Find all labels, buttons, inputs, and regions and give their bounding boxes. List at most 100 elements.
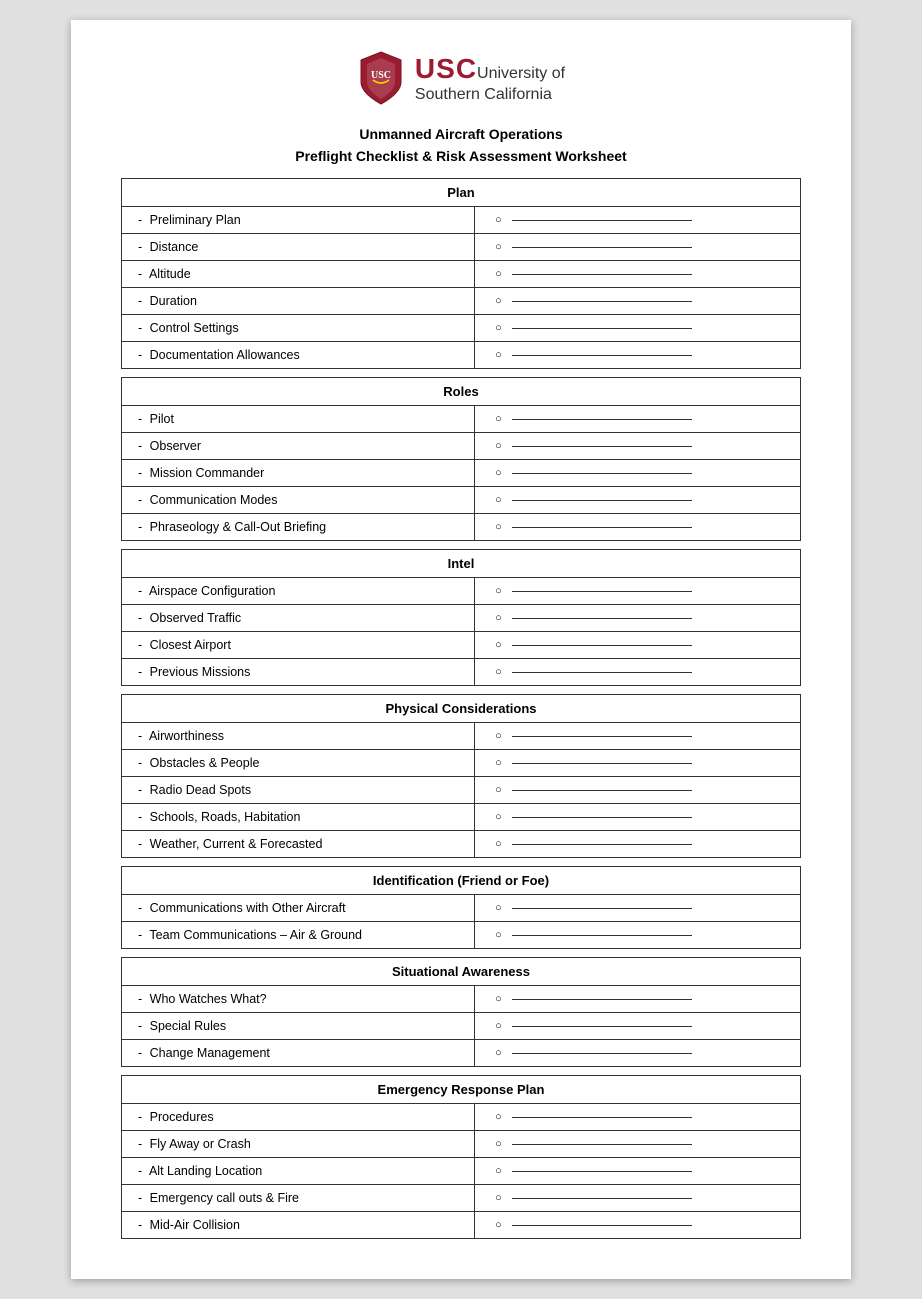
table-row: - Schools, Roads, Habitation ○ — [122, 804, 801, 831]
item-label: - Mission Commander — [122, 460, 475, 487]
section-emergency-header: Emergency Response Plan — [122, 1076, 801, 1104]
table-row: - Weather, Current & Forecasted ○ — [122, 831, 801, 858]
item-label: - Preliminary Plan — [122, 207, 475, 234]
item-check: ○ — [475, 723, 801, 750]
item-label: - Schools, Roads, Habitation — [122, 804, 475, 831]
spacer-row — [122, 949, 801, 958]
item-label: - Distance — [122, 234, 475, 261]
item-check: ○ — [475, 433, 801, 460]
table-row: - Altitude ○ — [122, 261, 801, 288]
section-situational-title: Situational Awareness — [122, 958, 801, 986]
table-row: - Duration ○ — [122, 288, 801, 315]
checklist-table: Plan - Preliminary Plan ○ - Distance ○ -… — [121, 178, 801, 1239]
item-label: - Change Management — [122, 1040, 475, 1067]
item-label: - Phraseology & Call-Out Briefing — [122, 514, 475, 541]
item-check: ○ — [475, 460, 801, 487]
item-check: ○ — [475, 234, 801, 261]
table-row: - Observed Traffic ○ — [122, 605, 801, 632]
item-label: - Communications with Other Aircraft — [122, 895, 475, 922]
svg-text:USC: USC — [371, 70, 391, 81]
item-label: - Communication Modes — [122, 487, 475, 514]
item-check: ○ — [475, 1104, 801, 1131]
section-identification-header: Identification (Friend or Foe) — [122, 867, 801, 895]
header: USC USCUniversity of Southern California — [121, 50, 801, 106]
item-check: ○ — [475, 750, 801, 777]
table-row: - Previous Missions ○ — [122, 659, 801, 686]
item-check: ○ — [475, 487, 801, 514]
item-check: ○ — [475, 1013, 801, 1040]
table-row: - Documentation Allowances ○ — [122, 342, 801, 369]
usc-shield-icon: USC — [357, 50, 405, 106]
table-row: - Mid-Air Collision ○ — [122, 1212, 801, 1239]
item-check: ○ — [475, 514, 801, 541]
table-row: - Airworthiness ○ — [122, 723, 801, 750]
table-row: - Team Communications – Air & Ground ○ — [122, 922, 801, 949]
item-label: - Mid-Air Collision — [122, 1212, 475, 1239]
item-label: - Documentation Allowances — [122, 342, 475, 369]
item-check: ○ — [475, 1212, 801, 1239]
table-row: - Distance ○ — [122, 234, 801, 261]
table-row: - Emergency call outs & Fire ○ — [122, 1185, 801, 1212]
item-label: - Previous Missions — [122, 659, 475, 686]
item-check: ○ — [475, 1158, 801, 1185]
item-label: - Closest Airport — [122, 632, 475, 659]
item-check: ○ — [475, 922, 801, 949]
table-row: - Who Watches What? ○ — [122, 986, 801, 1013]
item-check: ○ — [475, 1040, 801, 1067]
item-check: ○ — [475, 659, 801, 686]
document-subtitle: Preflight Checklist & Risk Assessment Wo… — [121, 148, 801, 164]
item-label: - Who Watches What? — [122, 986, 475, 1013]
table-row: - Closest Airport ○ — [122, 632, 801, 659]
table-row: - Radio Dead Spots ○ — [122, 777, 801, 804]
item-check: ○ — [475, 207, 801, 234]
section-physical-header: Physical Considerations — [122, 695, 801, 723]
section-plan-header: Plan — [122, 179, 801, 207]
item-check: ○ — [475, 1131, 801, 1158]
item-label: - Special Rules — [122, 1013, 475, 1040]
section-emergency-title: Emergency Response Plan — [122, 1076, 801, 1104]
item-label: - Altitude — [122, 261, 475, 288]
table-row: - Procedures ○ — [122, 1104, 801, 1131]
item-label: - Obstacles & People — [122, 750, 475, 777]
university-name-line1: University of — [477, 65, 565, 82]
table-row: - Mission Commander ○ — [122, 460, 801, 487]
section-physical-title: Physical Considerations — [122, 695, 801, 723]
section-situational-header: Situational Awareness — [122, 958, 801, 986]
item-check: ○ — [475, 986, 801, 1013]
page: USC USCUniversity of Southern California… — [71, 20, 851, 1279]
table-row: - Alt Landing Location ○ — [122, 1158, 801, 1185]
document-title: Unmanned Aircraft Operations — [121, 126, 801, 142]
table-row: - Airspace Configuration ○ — [122, 578, 801, 605]
item-check: ○ — [475, 342, 801, 369]
item-label: - Procedures — [122, 1104, 475, 1131]
spacer-row — [122, 858, 801, 867]
table-row: - Phraseology & Call-Out Briefing ○ — [122, 514, 801, 541]
section-identification-title: Identification (Friend or Foe) — [122, 867, 801, 895]
logo-text: USCUniversity of Southern California — [415, 52, 565, 105]
spacer-row — [122, 1067, 801, 1076]
item-check: ○ — [475, 315, 801, 342]
item-check: ○ — [475, 578, 801, 605]
item-check: ○ — [475, 895, 801, 922]
item-label: - Weather, Current & Forecasted — [122, 831, 475, 858]
item-label: - Radio Dead Spots — [122, 777, 475, 804]
table-row: - Control Settings ○ — [122, 315, 801, 342]
section-plan-title: Plan — [122, 179, 801, 207]
item-label: - Airworthiness — [122, 723, 475, 750]
table-row: - Fly Away or Crash ○ — [122, 1131, 801, 1158]
usc-acronym: USC — [415, 53, 477, 84]
item-check: ○ — [475, 1185, 801, 1212]
spacer-row — [122, 686, 801, 695]
item-label: - Observed Traffic — [122, 605, 475, 632]
item-label: - Emergency call outs & Fire — [122, 1185, 475, 1212]
item-label: - Team Communications – Air & Ground — [122, 922, 475, 949]
item-label: - Airspace Configuration — [122, 578, 475, 605]
spacer-row — [122, 541, 801, 550]
section-intel-header: Intel — [122, 550, 801, 578]
item-label: - Observer — [122, 433, 475, 460]
item-check: ○ — [475, 831, 801, 858]
item-label: - Fly Away or Crash — [122, 1131, 475, 1158]
university-name-line2: Southern California — [415, 85, 565, 104]
table-row: - Communications with Other Aircraft ○ — [122, 895, 801, 922]
table-row: - Special Rules ○ — [122, 1013, 801, 1040]
